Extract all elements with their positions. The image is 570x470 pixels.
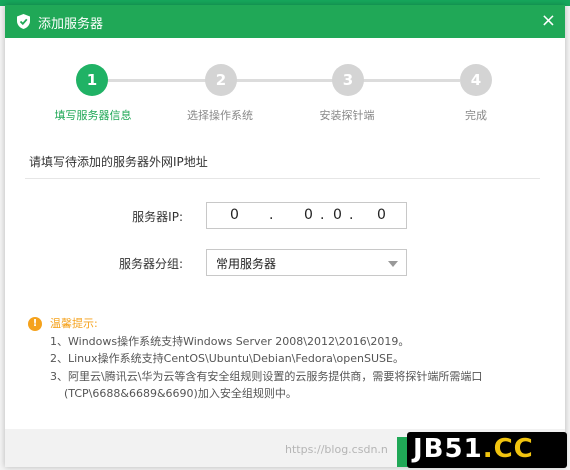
- tips-heading: ! 温馨提示:: [28, 315, 482, 333]
- close-icon[interactable]: ×: [541, 11, 556, 31]
- step-3-circle: 3: [332, 64, 364, 96]
- step-1-circle: 1: [76, 64, 108, 96]
- divider: [25, 178, 540, 179]
- logo-part1: JB51: [413, 434, 483, 464]
- step-3-label: 安装探针端: [319, 109, 375, 122]
- tip-item-continuation: (TCP\6688&6689&6690)加入安全组规则中。: [64, 387, 297, 400]
- dialog-title: 添加服务器: [38, 17, 104, 32]
- tip-item: 2、Linux操作系统支持CentOS\Ubuntu\Debian\Fedora…: [50, 352, 404, 365]
- step-progress: 1 2 3 4 填写服务器信息 选择操作系统 安装探针端 完成: [5, 38, 565, 138]
- ip-octet-4[interactable]: 0: [377, 207, 386, 223]
- ip-dot: .: [349, 207, 354, 223]
- add-server-dialog: 添加服务器 × 1 2 3 4 填写服务器信息 选择操作系统 安装探针端 完成 …: [5, 5, 565, 467]
- tip-item: 3、阿里云\腾讯云\华为云等含有安全组规则设置的云服务提供商，需要将探针端所需端…: [50, 369, 483, 383]
- watermark: https://blog.csdn.n: [285, 443, 388, 456]
- server-ip-label: 服务器IP:: [132, 210, 183, 224]
- dialog-titlebar: 添加服务器 ×: [5, 5, 565, 38]
- warning-icon: !: [28, 317, 42, 331]
- step-2-circle: 2: [205, 64, 237, 96]
- shield-icon: [17, 14, 30, 29]
- chevron-down-icon[interactable]: [388, 261, 398, 267]
- server-ip-input[interactable]: 0 . 0 . 0 . 0: [206, 202, 407, 229]
- logo-text: JB51.CC: [413, 434, 534, 464]
- logo-part2: .CC: [482, 434, 534, 464]
- step-4-label: 完成: [465, 109, 487, 122]
- step-4-circle: 4: [460, 64, 492, 96]
- ip-octet-2[interactable]: 0: [304, 207, 313, 223]
- server-group-value: 常用服务器: [216, 257, 277, 271]
- tips-panel: ! 温馨提示: 1、Windows操作系统支持Windows Server 20…: [28, 315, 482, 403]
- site-logo: JB51.CC: [407, 432, 567, 468]
- step-connector: [107, 79, 206, 82]
- ip-dot: .: [269, 207, 274, 223]
- step-1-label: 填写服务器信息: [54, 109, 132, 122]
- step-connector: [363, 79, 460, 82]
- server-group-label: 服务器分组:: [118, 257, 183, 271]
- step-2-label: 选择操作系统: [187, 109, 253, 122]
- section-title: 请填写待添加的服务器外网IP地址: [29, 155, 208, 169]
- ip-dot: .: [320, 207, 325, 223]
- ip-octet-3[interactable]: 0: [333, 207, 342, 223]
- tip-item: 1、Windows操作系统支持Windows Server 2008\2012\…: [50, 334, 410, 348]
- server-group-select[interactable]: 常用服务器: [206, 249, 407, 276]
- step-connector: [236, 79, 333, 82]
- tips-heading-text: 温馨提示:: [50, 317, 98, 330]
- ip-octet-1[interactable]: 0: [230, 207, 239, 223]
